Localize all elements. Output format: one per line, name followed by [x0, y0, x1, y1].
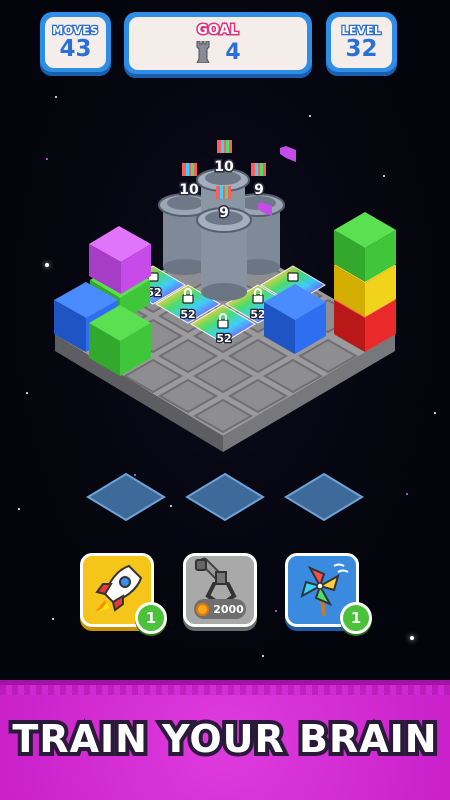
gift-icon: [182, 163, 197, 176]
gift-icon: [251, 163, 266, 176]
tower-level: 10: [179, 182, 199, 198]
tower-level: 10: [214, 159, 234, 175]
grabber-booster-button[interactable]: 2000: [183, 553, 257, 627]
castle-tower[interactable]: [196, 207, 252, 301]
grabber-cost-value: 2000: [213, 602, 244, 616]
coin-icon: [196, 602, 210, 616]
lock-label: [287, 272, 299, 282]
rocket-booster-button[interactable]: 1: [80, 553, 167, 634]
svg-text:52: 52: [180, 308, 195, 321]
gift-icon: [216, 186, 231, 199]
pinwheel-booster-button[interactable]: 1: [285, 553, 372, 634]
game-stage: MOVES 43 GOAL 4 LEVEL 32 52 52 52 52 10 …: [0, 0, 450, 680]
tower-level: 9: [219, 205, 229, 221]
pinwheel-count-badge: 1: [340, 602, 372, 634]
tower-level: 9: [254, 182, 264, 198]
holding-slot-3[interactable]: [284, 472, 364, 522]
holding-slot-1[interactable]: [86, 472, 166, 522]
svg-text:52: 52: [216, 332, 231, 345]
rocket-count-badge: 1: [135, 602, 167, 634]
holding-slot-2[interactable]: [185, 472, 265, 522]
grabber-cost: 2000: [194, 599, 246, 619]
promo-banner: TRAIN YOUR BRAIN: [0, 680, 450, 800]
gift-icon: [217, 140, 232, 153]
svg-text:52: 52: [250, 308, 265, 321]
banner-text: TRAIN YOUR BRAIN: [8, 713, 440, 765]
